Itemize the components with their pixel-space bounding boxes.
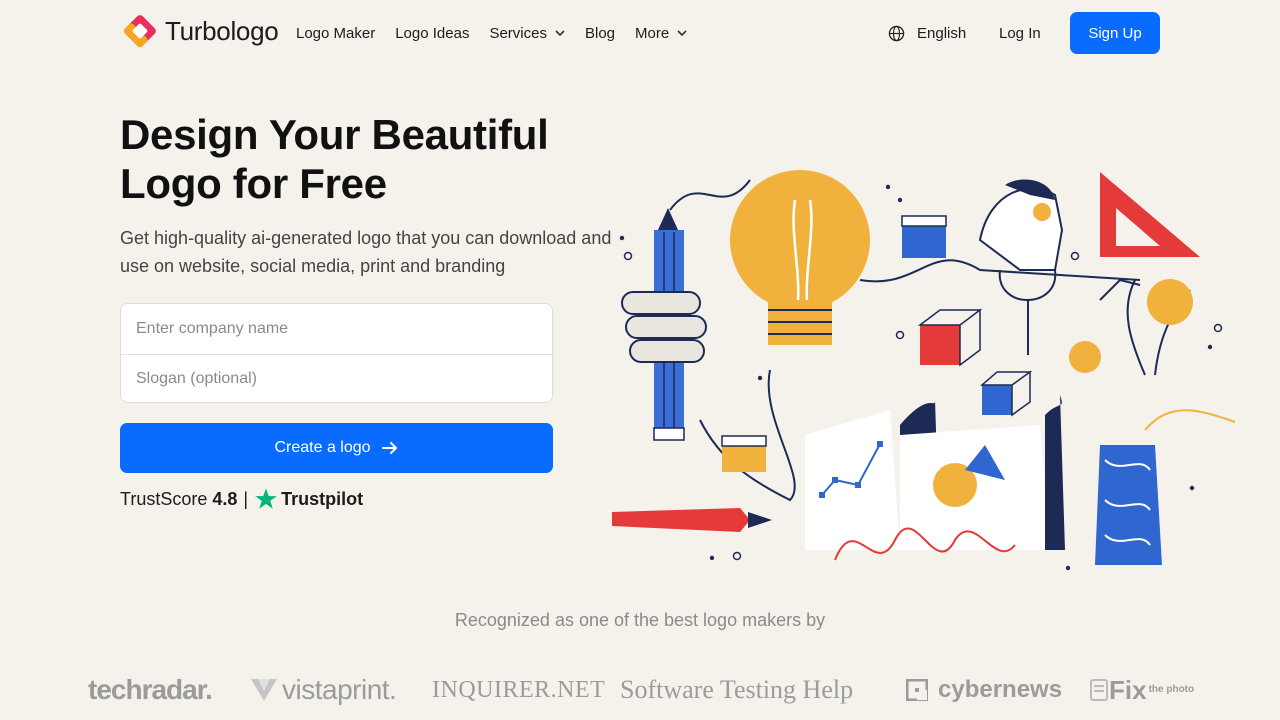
- turbologo-mark-icon: [123, 15, 156, 48]
- signup-button[interactable]: Sign Up: [1070, 12, 1160, 54]
- language-selector[interactable]: English: [888, 0, 966, 66]
- brand-logos: techradar. vistaprint. INQUIRER.NET Soft…: [0, 670, 1280, 710]
- vistaprint-logo: vistaprint.: [250, 670, 397, 710]
- login-label: Log In: [999, 24, 1041, 42]
- lightbulb-icon: [730, 170, 870, 345]
- nav-logo-maker[interactable]: Logo Maker: [296, 25, 375, 42]
- person-illustration: [978, 179, 1064, 355]
- nav-label: Services: [489, 24, 547, 42]
- trustscore: TrustScore 4.8 | Trustpilot: [120, 487, 363, 511]
- software-testing-help-logo: Software Testing Help: [620, 675, 854, 704]
- language-label: English: [917, 24, 967, 42]
- cybernews-logo: cybernews: [906, 670, 1062, 710]
- recognition-text: Recognized as one of the best logo maker…: [454, 610, 826, 630]
- main-nav: Logo Maker Logo Ideas Services Blog More: [296, 0, 707, 66]
- signup-label: Sign Up: [1088, 24, 1142, 42]
- vistaprint-label: vistaprint.: [282, 674, 397, 705]
- create-logo-button[interactable]: Create a logo: [120, 423, 553, 473]
- brand-name: Turbologo: [165, 15, 279, 46]
- trustpilot-label: Trustpilot: [281, 488, 364, 509]
- logo-form: [120, 303, 553, 403]
- arrow-right-icon: [381, 442, 397, 454]
- triangle-ruler-icon: [1100, 172, 1200, 257]
- hero-title-line1: Design Your Beautiful: [120, 111, 549, 158]
- hero-title-line2: Logo for Free: [120, 160, 387, 207]
- globe-icon: [888, 25, 905, 41]
- cybernews-label: cybernews: [938, 676, 1063, 703]
- fixthephoto-logo: Fix the photo: [1089, 670, 1194, 710]
- trustpilot-link[interactable]: Trustpilot: [254, 487, 363, 511]
- the-photo-label: the photo: [1148, 684, 1195, 695]
- chevron-down-icon: [555, 30, 565, 37]
- nav-label: More: [635, 24, 670, 42]
- login-link[interactable]: Log In: [999, 0, 1041, 66]
- chevron-down-icon: [677, 30, 687, 37]
- nav-label: Logo Maker: [296, 24, 376, 42]
- trust-score: 4.8: [212, 488, 238, 509]
- fixthephoto-mark-icon: [1090, 679, 1108, 701]
- nav-blog[interactable]: Blog: [585, 25, 615, 42]
- star-icon: [255, 488, 277, 509]
- techradar-logo: techradar.: [88, 674, 213, 705]
- brand-logo[interactable]: Turbologo: [121, 12, 279, 50]
- site-header: Turbologo Logo Maker Logo Ideas Services…: [0, 0, 1280, 66]
- fix-label: Fix: [1109, 674, 1147, 705]
- nav-logo-ideas[interactable]: Logo Ideas: [395, 25, 469, 42]
- trust-prefix: TrustScore: [120, 488, 208, 509]
- trust-separator: |: [243, 488, 249, 509]
- hero-title: Design Your Beautiful Logo for Free: [120, 110, 640, 208]
- nav-label: Blog: [584, 24, 616, 42]
- nav-services[interactable]: Services: [489, 25, 565, 42]
- nav-label: Logo Ideas: [395, 24, 470, 42]
- hero-illustration: [612, 170, 1236, 571]
- vistaprint-mark-icon: [251, 679, 277, 701]
- inquirer-logo: INQUIRER.NET: [432, 676, 606, 703]
- create-logo-label: Create a logo: [274, 439, 371, 456]
- company-name-input[interactable]: [121, 304, 552, 354]
- slogan-input[interactable]: [121, 354, 552, 402]
- hero-subtitle: Get high-quality ai-generated logo that …: [120, 228, 612, 276]
- cybernews-mark-icon: [906, 679, 928, 701]
- nav-more[interactable]: More: [635, 25, 687, 42]
